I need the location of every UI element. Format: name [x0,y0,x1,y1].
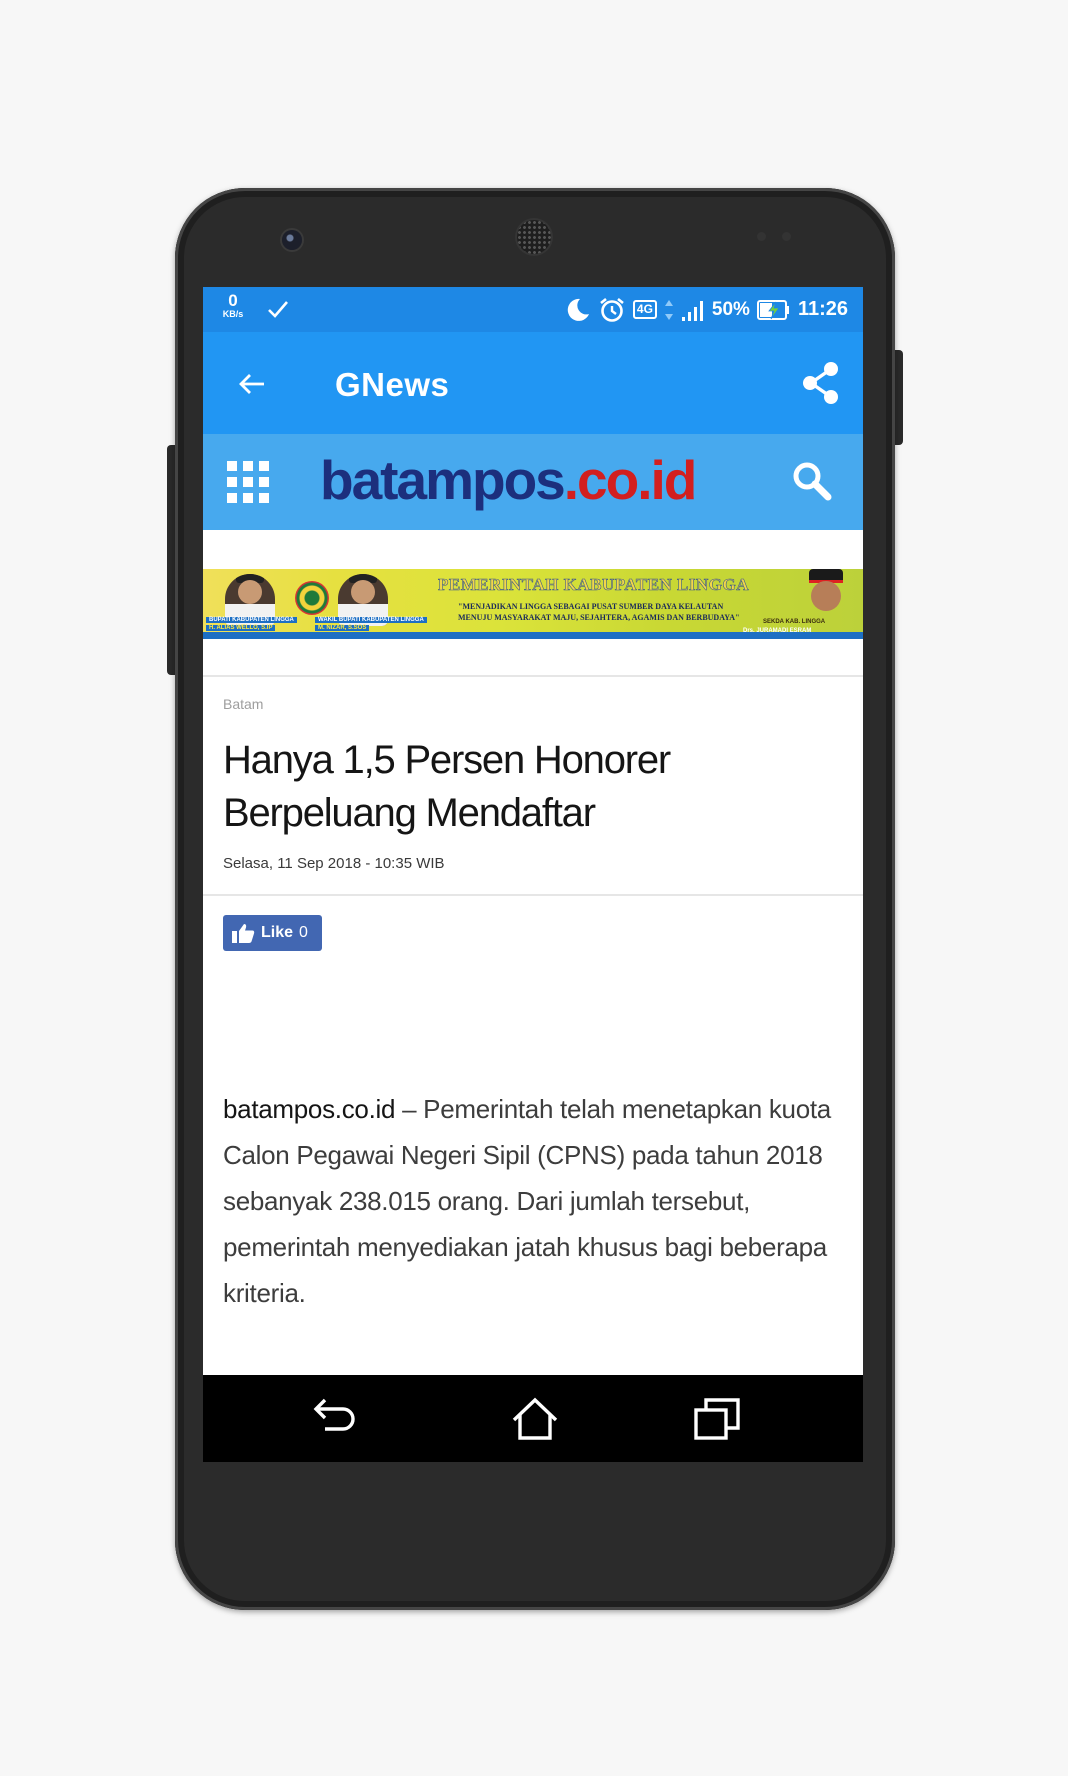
article-date: Selasa, 11 Sep 2018 - 10:35 WIB [223,855,445,872]
front-camera [282,230,302,250]
divider [203,894,863,896]
article-source: batampos.co.id [223,1094,396,1124]
site-logo[interactable]: batampos.co.id [320,449,698,511]
clock: 11:26 [797,298,848,320]
grid-menu-icon[interactable] [227,461,269,503]
signal-icon [681,300,703,321]
battery-charging-icon [756,299,789,320]
banner-left-name: H. ALIAS WELLO, S.IP [206,625,276,631]
battery-percent: 50% [711,298,750,320]
earpiece-speaker [517,220,551,254]
net-speed-unit: KB/s [222,309,244,319]
net-speed-value: 0 [228,291,238,310]
site-logo-main: batampos [320,449,566,511]
status-icons: 4G 50% 11:26 [565,287,848,332]
light-sensor [782,232,791,241]
article-headline: Hanya 1,5 Persen Honorer Berpeluang Mend… [223,738,671,835]
like-label: Like [261,924,294,941]
banner-tagline-2: MENUJU MASYARAKAT MAJU, SEJAHTERA, AGAMI… [458,613,740,622]
recents-nav-icon[interactable] [694,1397,742,1441]
app-bar: GNews [203,332,863,434]
share-icon[interactable] [799,360,843,406]
article-body: batampos.co.id – Pemerintah telah meneta… [223,1086,839,1316]
network-type-badge: 4G [632,300,657,319]
banner-title: PEMERINTAH KABUPATEN LINGGA [438,575,750,595]
search-icon[interactable] [791,460,833,502]
moon-icon [567,298,589,321]
site-header: batampos.co.id [203,434,863,530]
check-icon [268,301,288,318]
facebook-like-button[interactable]: Like 0 [223,915,322,951]
alarm-icon [600,297,624,322]
banner-right-role: SEKDA KAB. LINGGA [763,619,826,625]
system-nav-bar [203,1375,863,1462]
app-title: GNews [335,366,450,403]
banner-left-role: BUPATI KABUPATEN LINGGA [206,617,297,623]
article-body-text: – Pemerintah telah menetapkan kuota Calo… [223,1094,831,1308]
divider [203,675,863,677]
net-speed-indicator: 0 KB/s [218,292,248,319]
status-bar: 0 KB/s 4G 50% 11:26 [203,287,863,332]
article: Batam Hanya 1,5 Persen Honorer Berpeluan… [203,675,863,1316]
thumbs-up-icon [232,924,255,943]
proximity-sensor [757,232,766,241]
ad-banner[interactable]: BUPATI KABUPATEN LINGGA H. ALIAS WELLO, … [203,569,863,639]
phone-screen: 0 KB/s 4G 50% 11:26 GNews batampos.co.id… [203,287,863,1462]
back-nav-icon[interactable] [313,1397,359,1439]
banner-mid-role: WAKIL BUPATI KABUPATEN LINGGA [315,617,427,623]
site-logo-suffix: .co.id [563,449,698,511]
like-count: 0 [299,924,308,941]
banner-right-name: Drs. JURAMADI ESRAM [743,628,812,634]
banner-tagline-1: "MENJADIKAN LINGGA SEBAGAI PUSAT SUMBER … [458,602,724,611]
article-category[interactable]: Batam [223,696,863,713]
banner-mid-name: M. NIZAR, S.SOS [315,625,370,631]
back-arrow-icon[interactable] [236,368,268,400]
data-arrows-icon [664,299,673,320]
regency-emblem-icon [295,581,329,615]
home-nav-icon[interactable] [512,1397,558,1441]
